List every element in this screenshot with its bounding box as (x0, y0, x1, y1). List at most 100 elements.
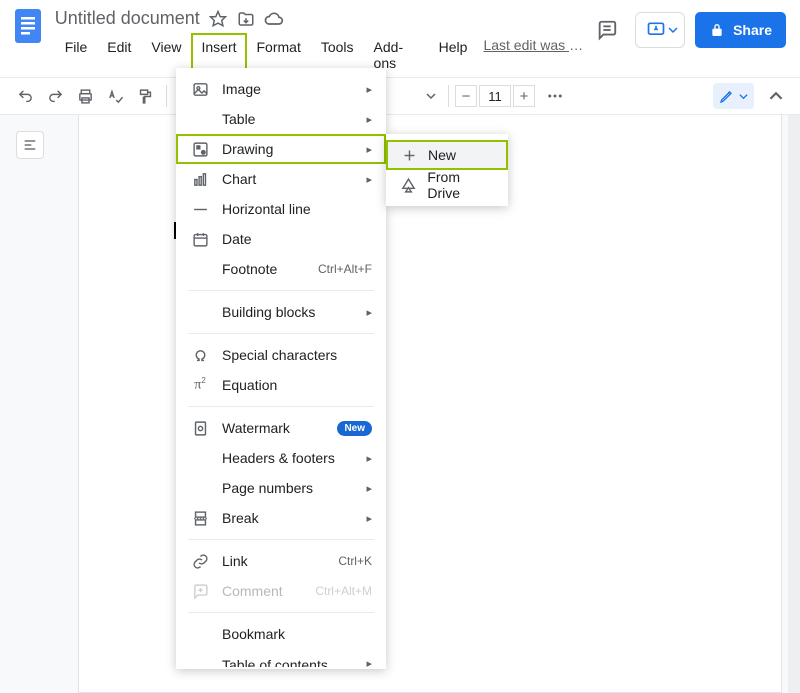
submenu-item-label: New (428, 147, 456, 163)
blank-icon (190, 259, 210, 279)
insert-image[interactable]: Image▸ (176, 74, 386, 104)
menu-item-label: Special characters (222, 347, 372, 363)
insert-chart[interactable]: Chart ▸ (176, 164, 386, 194)
insert-equation[interactable]: π2 Equation (176, 370, 386, 400)
chevron-down-icon (739, 92, 748, 101)
insert-menu-dropdown: Image▸Table▸Drawing▸Chart▸Horizontal lin… (176, 68, 386, 669)
submenu-arrow-icon: ▸ (366, 306, 372, 319)
shortcut-label: Ctrl+K (338, 554, 372, 568)
menu-item-label: Watermark (222, 420, 337, 436)
chart-icon (190, 169, 210, 189)
toolbar: − 11 + (0, 77, 800, 115)
menu-divider (188, 406, 374, 407)
image-icon (190, 79, 210, 99)
undo-button[interactable] (11, 82, 39, 110)
print-button[interactable] (71, 82, 99, 110)
font-size-decrease[interactable]: − (455, 85, 477, 107)
menu-divider (188, 539, 374, 540)
menu-divider (188, 333, 374, 334)
toolbar-separator (166, 85, 167, 107)
submenu-arrow-icon: ▸ (366, 83, 372, 96)
editing-mode-button[interactable] (713, 83, 754, 109)
menu-item-label: Drawing (222, 141, 360, 157)
blank-icon (190, 109, 210, 129)
insert-link[interactable]: LinkCtrl+K (176, 546, 386, 576)
font-size-control: − 11 + (455, 85, 535, 107)
insert-break[interactable]: Break▸ (176, 503, 386, 533)
font-dropdown-arrow[interactable] (426, 91, 436, 101)
lock-icon (709, 22, 725, 38)
menu-divider (188, 612, 374, 613)
insert-comment: CommentCtrl+Alt+M (176, 576, 386, 606)
menu-file[interactable]: File (55, 33, 98, 77)
blank-icon (190, 302, 210, 322)
menu-item-label: Table (222, 111, 360, 127)
share-label: Share (733, 22, 772, 38)
menu-item-label: Break (222, 510, 360, 526)
drawing-submenu: New From Drive (386, 134, 508, 206)
drawing-from-drive[interactable]: From Drive (386, 170, 508, 200)
blank-icon (190, 624, 210, 644)
menu-item-label: Bookmark (222, 626, 372, 642)
collapse-toolbar-button[interactable] (762, 82, 790, 110)
toolbar-separator (448, 85, 449, 107)
omega-icon (190, 345, 210, 365)
chevron-down-icon (668, 25, 678, 35)
present-button[interactable] (635, 12, 685, 48)
insert-special-characters[interactable]: Special characters (176, 340, 386, 370)
insert-drawing[interactable]: Drawing▸ (176, 134, 386, 164)
drawing-new[interactable]: New (386, 140, 508, 170)
document-outline-button[interactable] (16, 131, 44, 159)
font-size-value[interactable]: 11 (479, 85, 511, 107)
link-icon (190, 551, 210, 571)
insert-footnote[interactable]: FootnoteCtrl+Alt+F (176, 254, 386, 284)
menu-divider (188, 290, 374, 291)
insert-table-of-contents[interactable]: Table of contents▸ (176, 649, 386, 669)
insert-watermark[interactable]: WatermarkNew (176, 413, 386, 443)
insert-building-blocks[interactable]: Building blocks ▸ (176, 297, 386, 327)
watermark-icon (190, 418, 210, 438)
drive-icon (400, 176, 417, 194)
menu-item-label: Chart (222, 171, 360, 187)
submenu-arrow-icon: ▸ (366, 173, 372, 186)
menu-edit[interactable]: Edit (97, 33, 141, 77)
comment-icon (190, 581, 210, 601)
star-icon[interactable] (208, 9, 228, 29)
blank-icon (190, 478, 210, 498)
date-icon (190, 229, 210, 249)
insert-table[interactable]: Table ▸ (176, 104, 386, 134)
blank-icon (190, 448, 210, 468)
insert-headers-footers[interactable]: Headers & footers▸ (176, 443, 386, 473)
cloud-status-icon[interactable] (264, 9, 284, 29)
insert-page-numbers[interactable]: Page numbers▸ (176, 473, 386, 503)
open-comments-button[interactable] (589, 12, 625, 48)
drawing-icon (190, 139, 210, 159)
insert-date[interactable]: Date (176, 224, 386, 254)
hr-icon (190, 199, 210, 219)
title-area: Untitled document File Edit View Insert … (55, 6, 589, 77)
plus-icon (400, 146, 418, 164)
shortcut-label: Ctrl+Alt+F (318, 262, 372, 276)
share-button[interactable]: Share (695, 12, 786, 48)
document-title[interactable]: Untitled document (55, 8, 200, 29)
move-icon[interactable] (236, 9, 256, 29)
menu-item-label: Page numbers (222, 480, 360, 496)
more-tools-button[interactable] (541, 82, 569, 110)
blank-icon (190, 657, 210, 669)
insert-bookmark[interactable]: Bookmark (176, 619, 386, 649)
menu-item-label: Link (222, 553, 338, 569)
menu-help[interactable]: Help (429, 33, 478, 77)
font-size-increase[interactable]: + (513, 85, 535, 107)
submenu-arrow-icon: ▸ (366, 657, 372, 669)
docs-logo[interactable] (14, 6, 43, 46)
pi-icon: π2 (190, 375, 210, 395)
paint-format-button[interactable] (131, 82, 159, 110)
submenu-arrow-icon: ▸ (366, 113, 372, 126)
spellcheck-button[interactable] (101, 82, 129, 110)
last-edit-link[interactable]: Last edit was 10… (477, 33, 589, 77)
menu-item-label: Building blocks (222, 304, 360, 320)
menu-item-label: Equation (222, 377, 372, 393)
insert-horizontal-line[interactable]: Horizontal line (176, 194, 386, 224)
redo-button[interactable] (41, 82, 69, 110)
menu-item-label: Comment (222, 583, 315, 599)
